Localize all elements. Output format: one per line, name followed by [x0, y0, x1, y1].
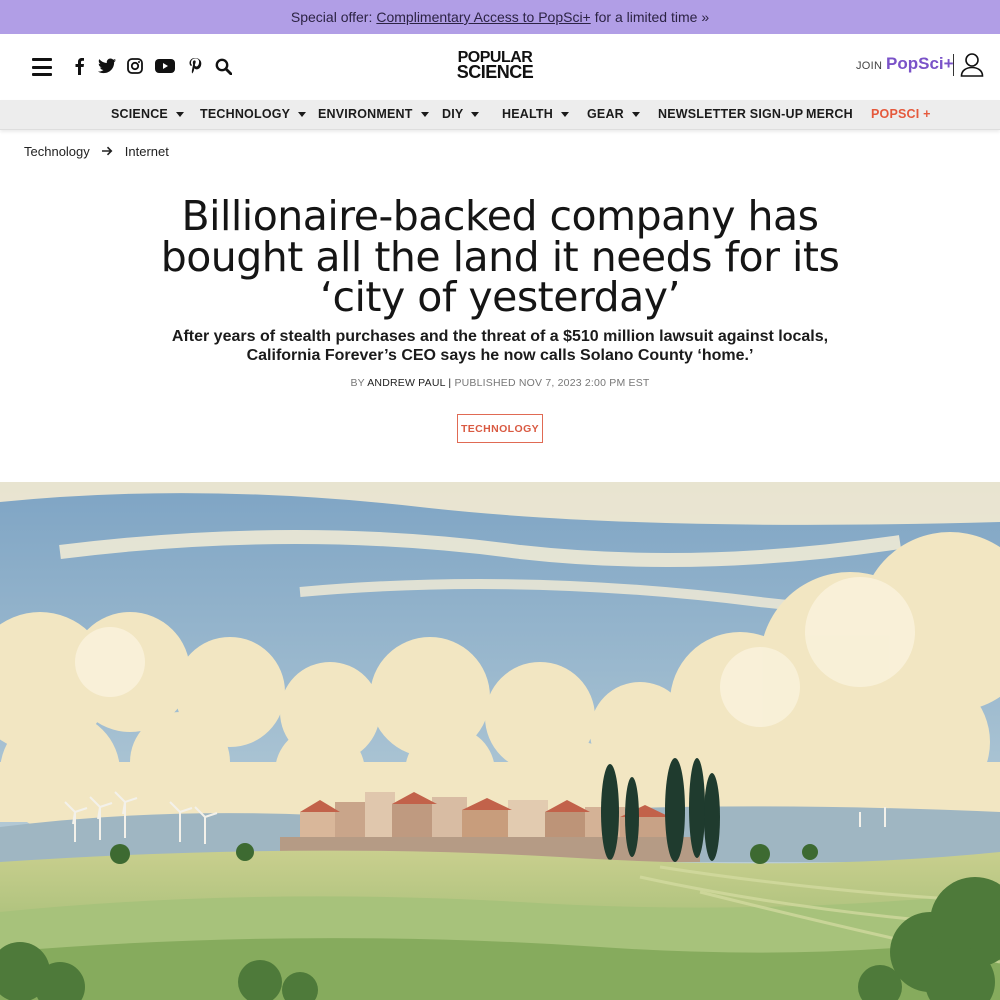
nav-item-science[interactable]: SCIENCE — [111, 107, 184, 121]
main-nav: SCIENCE TECHNOLOGY ENVIRONMENT DIY HEALT… — [0, 100, 1000, 130]
logo-line-science: SCIENCE — [456, 62, 534, 82]
author-link[interactable]: ANDREW PAUL — [367, 377, 445, 389]
nav-item-health[interactable]: HEALTH — [502, 107, 569, 121]
category-tag[interactable]: TECHNOLOGY — [457, 414, 543, 443]
nav-label: TECHNOLOGY — [200, 107, 291, 121]
nav-label: GEAR — [587, 107, 624, 121]
facebook-icon[interactable] — [70, 56, 88, 76]
promo-banner: Special offer: Complimentary Access to P… — [0, 0, 1000, 34]
site-header: POPULAR SCIENCE JOIN PopSci+ — [0, 34, 1000, 100]
arrow-right-icon — [101, 144, 113, 159]
twitter-icon[interactable] — [98, 56, 116, 76]
byline-by: BY — [350, 377, 365, 389]
promo-link[interactable]: Complimentary Access to PopSci+ — [376, 9, 590, 25]
promo-prefix: Special offer: — [290, 9, 373, 25]
title-line: ‘city of yesterday’ — [319, 273, 681, 321]
search-icon[interactable] — [214, 56, 232, 76]
promo-suffix[interactable]: for a limited time » — [595, 9, 709, 25]
nav-label: MERCH — [806, 107, 853, 121]
dek-line: After years of stealth purchases and the… — [171, 328, 829, 345]
nav-item-technology[interactable]: TECHNOLOGY — [200, 107, 307, 121]
breadcrumb-item-internet[interactable]: Internet — [125, 144, 169, 159]
nav-label: DIY — [442, 107, 464, 121]
caret-down-icon — [471, 111, 480, 117]
byline: BY ANDREW PAUL | PUBLISHED NOV 7, 2023 2… — [0, 377, 1000, 389]
youtube-icon[interactable] — [154, 56, 176, 76]
article-title: Billionaire-backed company has bought al… — [150, 196, 850, 318]
nav-label: HEALTH — [502, 107, 553, 121]
byline-separator: | — [448, 377, 452, 389]
nav-item-environment[interactable]: ENVIRONMENT — [318, 107, 429, 121]
nav-item-gear[interactable]: GEAR — [587, 107, 640, 121]
nav-label: POPSCI + — [871, 107, 931, 121]
nav-label: ENVIRONMENT — [318, 107, 413, 121]
dek-line: California Forever’s CEO says he now cal… — [246, 347, 754, 364]
nav-label: SCIENCE — [111, 107, 168, 121]
pinterest-icon[interactable] — [186, 56, 204, 76]
nav-item-merch[interactable]: MERCH — [806, 107, 853, 121]
nav-label: NEWSLETTER SIGN-UP — [658, 107, 804, 121]
breadcrumb-item-technology[interactable]: Technology — [24, 144, 90, 159]
caret-down-icon — [298, 111, 307, 117]
nav-item-newsletter[interactable]: NEWSLETTER SIGN-UP — [658, 107, 803, 121]
hero-image — [0, 482, 1000, 1000]
header-divider — [953, 54, 954, 76]
instagram-icon[interactable] — [126, 56, 144, 76]
social-links — [70, 56, 232, 76]
breadcrumb: Technology Internet — [24, 144, 169, 159]
caret-down-icon — [560, 111, 569, 117]
hamburger-menu-icon[interactable] — [32, 58, 52, 76]
join-link[interactable]: JOIN — [856, 60, 882, 72]
nav-item-popsci-plus[interactable]: POPSCI + — [871, 107, 931, 121]
article-dek: After years of stealth purchases and the… — [150, 327, 850, 365]
caret-down-icon — [631, 111, 640, 117]
nav-item-diy[interactable]: DIY — [442, 107, 480, 121]
caret-down-icon — [420, 111, 429, 117]
publish-date: PUBLISHED NOV 7, 2023 2:00 PM EST — [454, 377, 650, 389]
user-account-icon[interactable] — [960, 52, 984, 78]
popsci-plus-logo[interactable]: PopSci+ — [886, 54, 954, 74]
site-logo[interactable]: POPULAR SCIENCE — [455, 50, 535, 82]
caret-down-icon — [175, 111, 184, 117]
